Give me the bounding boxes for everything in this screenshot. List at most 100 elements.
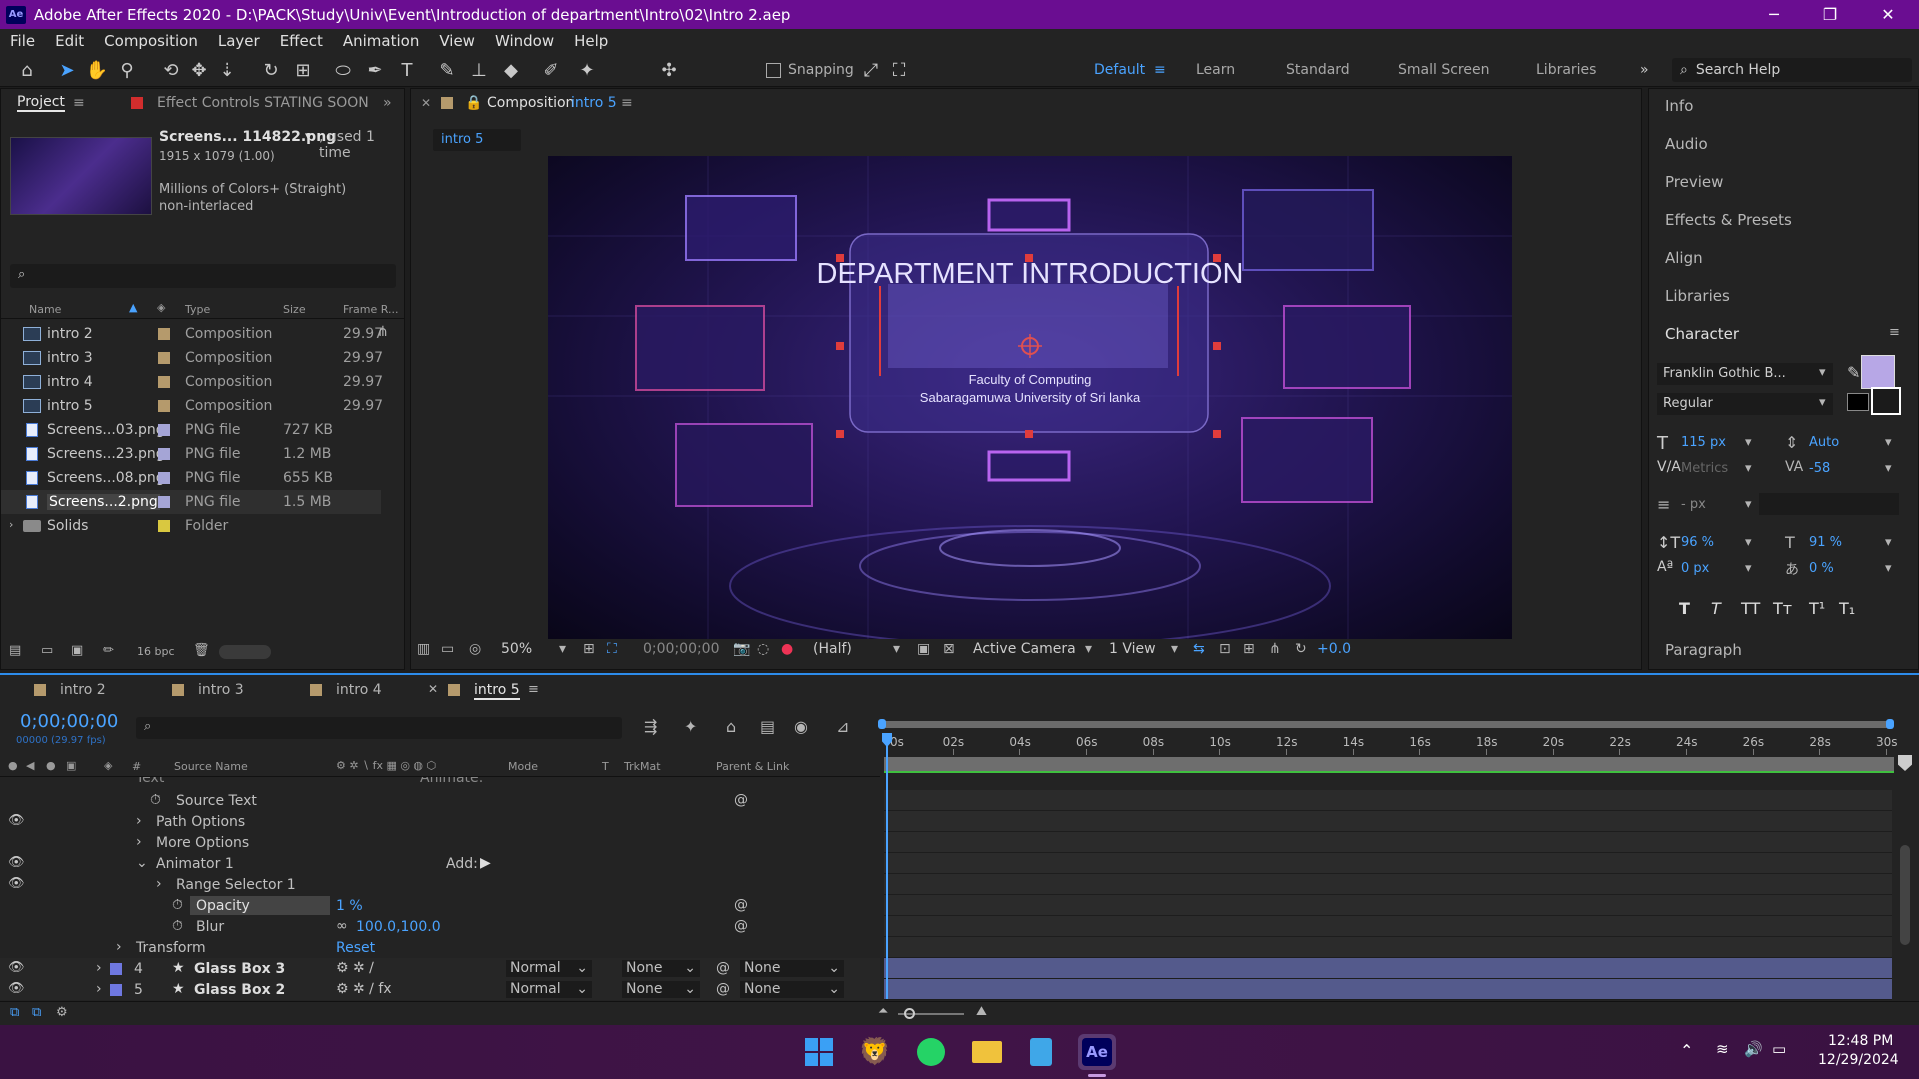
- parent-pick-whip-icon[interactable]: @: [716, 981, 730, 997]
- snap-frame-icon[interactable]: ⛶: [886, 58, 912, 82]
- range-selector-label[interactable]: Range Selector 1: [176, 877, 296, 893]
- track-matte-dropdown[interactable]: None ⌄: [622, 960, 700, 977]
- superscript-button[interactable]: T¹: [1809, 599, 1825, 618]
- panel-audio[interactable]: Audio: [1665, 135, 1708, 153]
- pan-camera-icon[interactable]: ✥: [186, 58, 212, 82]
- scrollbar-thumb[interactable]: [1900, 845, 1910, 945]
- always-preview-icon[interactable]: ▥: [417, 641, 430, 657]
- stopwatch-icon[interactable]: ⏱: [172, 897, 183, 913]
- lock-icon[interactable]: ▣: [66, 759, 76, 772]
- workspace-standard[interactable]: Standard: [1286, 62, 1350, 78]
- tab-project[interactable]: Project: [17, 94, 65, 112]
- interpret-footage-icon[interactable]: ▤: [9, 643, 21, 658]
- flowchart-icon[interactable]: ⋔: [377, 324, 389, 340]
- layer-bar-glass-box-2[interactable]: [884, 979, 1892, 1000]
- project-item-name[interactable]: intro 4: [47, 374, 93, 390]
- project-item-name[interactable]: Solids: [47, 518, 88, 534]
- chevron-down-icon[interactable]: ▾: [1745, 461, 1752, 476]
- eye-icon[interactable]: 👁: [8, 960, 25, 975]
- layer-switches-toggle-icon[interactable]: ⧉: [10, 1005, 19, 1020]
- sort-ascending-icon[interactable]: ▲: [129, 301, 137, 314]
- close-tab-icon[interactable]: ✕: [428, 682, 438, 696]
- workspace-default[interactable]: Default: [1094, 62, 1145, 78]
- work-area-start-handle[interactable]: [878, 719, 886, 729]
- search-help-field[interactable]: ⌕ Search Help: [1672, 58, 1912, 82]
- notepad-icon[interactable]: [1024, 1036, 1058, 1068]
- type-tool-icon[interactable]: T: [394, 58, 420, 82]
- fast-previews-icon[interactable]: ⇆: [1193, 641, 1205, 657]
- label-color-swatch[interactable]: [158, 424, 170, 436]
- track-matte-dropdown[interactable]: None ⌄: [622, 981, 700, 998]
- chevron-down-icon[interactable]: ▾: [1745, 497, 1752, 512]
- transform-reset[interactable]: Reset: [336, 940, 375, 956]
- show-snapshot-icon[interactable]: ◌: [757, 641, 769, 657]
- label-color-swatch[interactable]: [158, 472, 170, 484]
- draft-3d-icon[interactable]: ✦: [684, 717, 697, 736]
- maximize-button[interactable]: ❐: [1800, 0, 1860, 29]
- fill-color-swatch[interactable]: [1861, 355, 1895, 389]
- reset-exposure-icon[interactable]: ↻: [1295, 641, 1307, 657]
- timeline-current-time[interactable]: 0;00;00;00: [20, 711, 118, 732]
- timeline-tab-intro-2[interactable]: intro 2: [60, 682, 106, 698]
- font-style-dropdown[interactable]: Regular: [1657, 393, 1833, 415]
- parent-dropdown[interactable]: None ⌄: [740, 960, 844, 977]
- snap-arrow-icon[interactable]: ⤢: [858, 58, 884, 82]
- eye-icon[interactable]: 👁: [8, 813, 25, 828]
- menu-file[interactable]: File: [0, 32, 45, 50]
- label-color-swatch[interactable]: [158, 448, 170, 460]
- panel-effects-presets[interactable]: Effects & Presets: [1665, 211, 1792, 229]
- eye-icon[interactable]: 👁: [8, 876, 25, 891]
- menu-layer[interactable]: Layer: [208, 32, 270, 50]
- transform-label[interactable]: Transform: [136, 940, 206, 956]
- clock-date[interactable]: 12/29/2024: [1818, 1052, 1899, 1068]
- column-trkmat[interactable]: TrkMat: [624, 760, 661, 773]
- chevron-right-icon[interactable]: ›: [96, 960, 102, 976]
- layer-name[interactable]: Glass Box 3: [194, 961, 285, 977]
- label-color-swatch[interactable]: [158, 400, 170, 412]
- lock-icon[interactable]: 🔒: [465, 95, 482, 111]
- chevron-right-icon[interactable]: ›: [9, 518, 13, 531]
- comp-sub-tab[interactable]: intro 5: [433, 129, 521, 151]
- layer-bar-glass-box-3[interactable]: [884, 958, 1892, 979]
- stroke-type-dropdown[interactable]: [1759, 493, 1899, 515]
- stopwatch-icon[interactable]: ⏱: [150, 792, 161, 808]
- column-type[interactable]: Type: [185, 303, 210, 316]
- workspace-menu-icon[interactable]: ≡: [1154, 62, 1166, 78]
- chevron-right-icon[interactable]: ›: [156, 876, 162, 892]
- work-area-range[interactable]: [882, 721, 1892, 728]
- volume-icon[interactable]: 🔊: [1744, 1040, 1763, 1058]
- label-tag-icon[interactable]: ◈: [104, 759, 112, 772]
- toggle-transparency-icon[interactable]: ⊠: [943, 641, 955, 657]
- orbit-camera-icon[interactable]: ⟲: [158, 58, 184, 82]
- label-tag-icon[interactable]: ◈: [157, 301, 165, 314]
- tracking-value[interactable]: -58: [1809, 461, 1830, 476]
- panel-menu-icon[interactable]: ≡: [528, 682, 539, 697]
- horizontal-scale-value[interactable]: 91 %: [1809, 535, 1842, 550]
- vertical-scrollbar[interactable]: [1898, 775, 1912, 975]
- text-group-label[interactable]: Text: [136, 777, 164, 786]
- menu-animation[interactable]: Animation: [333, 32, 429, 50]
- comp-flowchart-icon[interactable]: ⊞: [1243, 641, 1255, 657]
- label-color-swatch[interactable]: [158, 520, 170, 532]
- motion-blur-icon[interactable]: ◉: [794, 717, 808, 736]
- project-item-row[interactable]: › Solids Folder: [1, 514, 381, 538]
- timeline-tab-intro-4[interactable]: intro 4: [336, 682, 382, 698]
- whatsapp-icon[interactable]: [914, 1036, 948, 1068]
- roto-brush-tool-icon[interactable]: ✐: [538, 58, 564, 82]
- project-search-input[interactable]: ⌕: [10, 264, 396, 288]
- stroke-width-value[interactable]: - px: [1681, 497, 1706, 512]
- clone-stamp-tool-icon[interactable]: ⊥: [466, 58, 492, 82]
- layer-row[interactable]: 👁 › 5 ★ Glass Box 2 ⚙ ✲ ∕ fx Normal ⌄ None ⌄ @ None…: [0, 979, 880, 1000]
- paragraph-header[interactable]: Paragraph: [1665, 641, 1742, 659]
- stroke-color-swatch[interactable]: [1871, 387, 1901, 415]
- blend-mode-dropdown[interactable]: Normal ⌄: [506, 981, 592, 998]
- chevron-down-icon[interactable]: ▾: [1885, 435, 1892, 450]
- expression-pick-whip-icon[interactable]: @: [734, 897, 748, 913]
- pan-behind-tool-icon[interactable]: ⊞: [290, 58, 316, 82]
- playhead-line[interactable]: [886, 745, 888, 999]
- project-item-row[interactable]: intro 5 Composition 29.97: [1, 394, 383, 418]
- panel-menu-icon[interactable]: ≡: [73, 95, 85, 111]
- exposure-value[interactable]: +0.0: [1317, 641, 1351, 657]
- chevron-down-icon[interactable]: ▾: [1171, 641, 1178, 657]
- minimize-button[interactable]: ─: [1744, 0, 1804, 29]
